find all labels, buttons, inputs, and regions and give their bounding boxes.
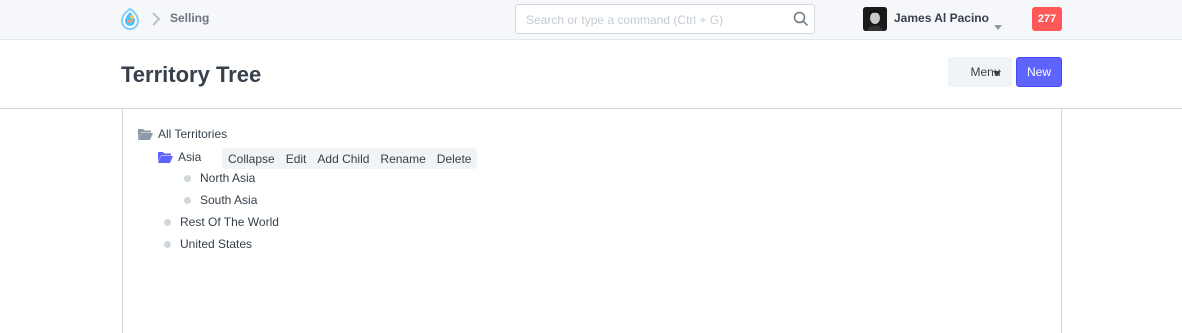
tree-node-label: United States [180, 237, 253, 251]
search-placeholder: Search or type a command (Ctrl + G) [526, 13, 724, 27]
tree-node-label: North Asia [200, 171, 256, 185]
tree-node-all-territories[interactable]: All Territories [138, 124, 258, 144]
app-logo-icon[interactable] [119, 7, 141, 31]
page-title: Territory Tree [121, 62, 262, 87]
search-input[interactable]: Search or type a command (Ctrl + G) [515, 4, 815, 34]
breadcrumb-selling[interactable]: Selling [170, 11, 209, 25]
user-menu[interactable]: James Al Pacino [894, 11, 989, 25]
leaf-bullet-icon [164, 241, 171, 248]
add-child-button[interactable]: Add Child [317, 152, 369, 166]
tree-node-asia[interactable]: Asia [158, 147, 218, 167]
caret-down-icon [993, 71, 1001, 76]
folder-open-icon [138, 127, 153, 140]
edit-button[interactable]: Edit [286, 152, 307, 166]
notification-badge[interactable]: 277 [1032, 7, 1062, 31]
node-toolbar: Collapse Edit Add Child Rename Delete [222, 148, 478, 169]
collapse-button[interactable]: Collapse [228, 152, 275, 166]
page-head: Territory Tree Menu New [0, 40, 1182, 109]
folder-open-icon [158, 150, 173, 163]
leaf-bullet-icon [184, 197, 191, 204]
menu-button[interactable]: Menu [948, 57, 1012, 87]
tree-node-label: Asia [178, 150, 202, 164]
tree-node-label: Rest Of The World [180, 215, 279, 229]
delete-button[interactable]: Delete [437, 152, 472, 166]
avatar[interactable] [863, 7, 887, 31]
new-button[interactable]: New [1016, 57, 1062, 87]
tree-node-south-asia[interactable]: South Asia [184, 190, 284, 210]
tree-node-label: All Territories [158, 127, 228, 141]
search-icon[interactable] [793, 11, 809, 27]
top-navbar: Selling Search or type a command (Ctrl +… [0, 0, 1182, 40]
breadcrumb-chevron-icon [151, 11, 161, 27]
tree-node-label: South Asia [200, 193, 258, 207]
leaf-bullet-icon [184, 175, 191, 182]
tree-node-rest-of-the-world[interactable]: Rest Of The World [164, 212, 304, 232]
tree-node-united-states[interactable]: United States [164, 234, 284, 254]
tree-node-north-asia[interactable]: North Asia [184, 168, 284, 188]
rename-button[interactable]: Rename [380, 152, 425, 166]
leaf-bullet-icon [164, 219, 171, 226]
chevron-down-icon[interactable] [994, 17, 1002, 30]
